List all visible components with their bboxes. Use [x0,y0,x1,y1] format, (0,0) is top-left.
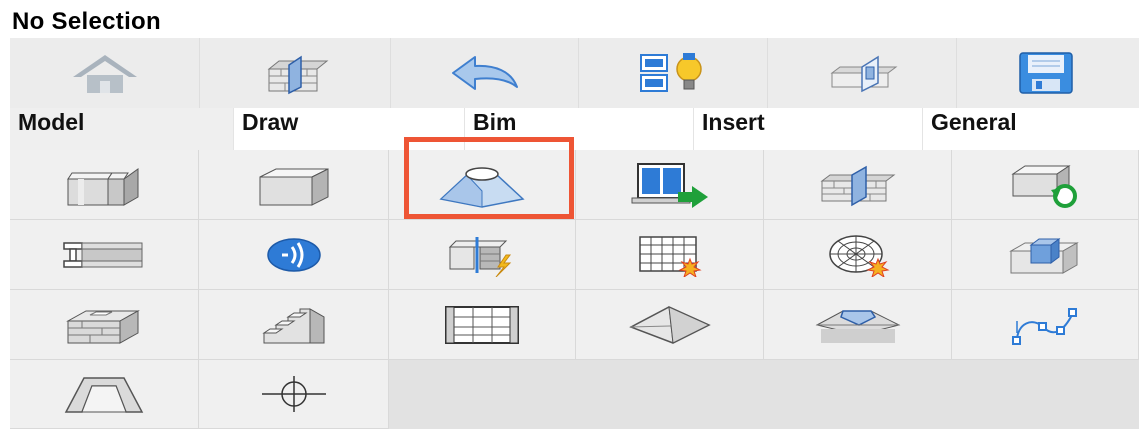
wall-opening-icon [820,165,895,206]
tab-model[interactable]: Model [10,108,234,150]
slab-tool[interactable] [10,290,199,360]
box-solid-icon [259,167,328,206]
crosshair-icon [261,376,326,412]
wall-panel-button[interactable] [767,38,956,108]
curtain-wall-icon [445,305,519,344]
pyramid-roof-icon [628,305,711,344]
frustum-icon [439,166,525,208]
hip-roof-icon [815,309,900,343]
tab-bar: Model Draw Bim Insert General [10,108,1139,150]
beam-profile-icon [63,241,143,268]
undo-button[interactable] [390,38,578,108]
tab-draw[interactable]: Draw [234,108,465,150]
rotate-tool[interactable] [952,150,1139,220]
pyramid-roof-tool[interactable] [576,290,764,360]
layers-light-button[interactable] [578,38,767,108]
hip-roof-tool[interactable] [764,290,952,360]
wall-panel-icon [830,55,898,93]
wall-window-icon [267,55,329,95]
wall-window-button[interactable] [199,38,390,108]
box-intersect-tool[interactable] [952,220,1139,290]
home-icon [72,55,137,93]
slab-layers-icon [66,309,140,344]
top-toolbar [10,38,1139,108]
stairs-icon [261,307,324,343]
stairs-tool[interactable] [199,290,389,360]
spline-icon [1012,307,1077,345]
spline-tool[interactable] [952,290,1139,360]
window-insert-icon [631,162,708,208]
grid-explode-tool[interactable] [576,220,764,290]
undo-arrow-icon [451,56,518,90]
l-wall-icon [67,167,139,206]
channel-profile-tool[interactable] [10,360,199,429]
crosshair-tool[interactable] [199,360,389,429]
rotate-solid-icon [1011,164,1077,208]
signal-icon [266,237,321,272]
box-tool[interactable] [199,150,389,220]
layers-bulb-icon [640,53,702,92]
grid-explode-icon [638,235,702,277]
tab-general[interactable]: General [923,108,1139,150]
window-insert-tool[interactable] [576,150,764,220]
tool-grid [10,150,1139,429]
wall-opening-tool[interactable] [764,150,952,220]
channel-profile-icon [64,377,144,413]
wall-split-tool[interactable] [389,220,576,290]
curtain-wall-tool[interactable] [389,290,576,360]
tab-insert[interactable]: Insert [694,108,923,150]
home-button[interactable] [10,38,199,108]
signal-tool[interactable] [199,220,389,290]
radial-grid-explode-icon [828,234,890,277]
box-intersect-icon [1009,237,1079,274]
save-button[interactable] [956,38,1134,108]
save-disk-icon [1018,52,1073,94]
wall-split-icon [448,236,512,277]
beam-profile-tool[interactable] [10,220,199,290]
radial-grid-tool[interactable] [764,220,952,290]
l-wall-tool[interactable] [10,150,199,220]
selection-status: No Selection [10,6,1139,38]
tab-bim[interactable]: Bim [465,108,694,150]
frustum-tool[interactable] [389,150,576,220]
